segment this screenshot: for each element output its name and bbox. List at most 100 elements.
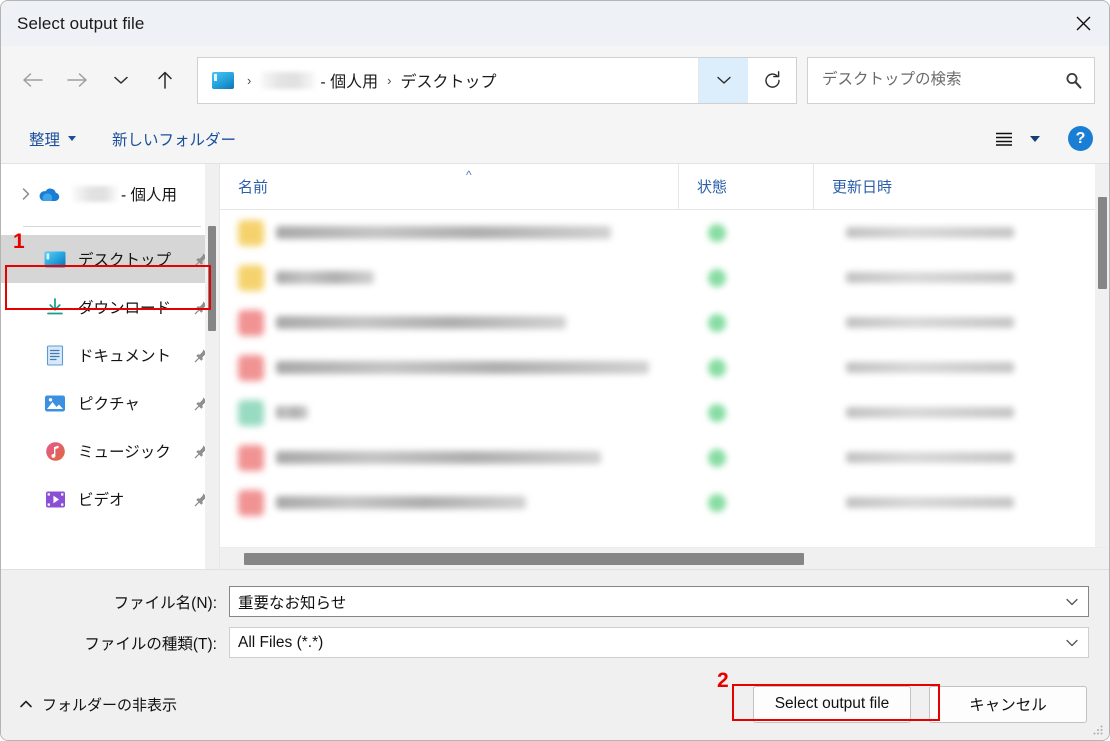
chevron-down-icon — [1066, 598, 1078, 605]
close-button[interactable] — [1057, 1, 1109, 46]
sidebar-scrollbar[interactable] — [205, 164, 219, 569]
file-dialog: Select output file › - 個人用 › デスクトップ デスクト… — [0, 0, 1110, 741]
chevron-down-icon — [1066, 639, 1078, 646]
sidebar-item-documents[interactable]: ドキュメント — [1, 331, 219, 379]
chevron-down-icon — [716, 76, 731, 84]
column-header-date[interactable]: 更新日時 — [813, 163, 1109, 210]
sync-status-icon — [708, 313, 726, 332]
file-rows[interactable] — [220, 210, 1109, 547]
sync-status-icon — [708, 493, 726, 512]
chevron-down-icon — [114, 76, 128, 84]
sidebar-item-label: デスクトップ — [78, 252, 172, 269]
document-icon — [43, 344, 67, 366]
recent-locations-button[interactable] — [99, 58, 143, 102]
file-date-redacted — [846, 317, 1014, 328]
file-name-redacted — [276, 226, 611, 239]
picture-icon — [43, 392, 67, 414]
table-row[interactable] — [220, 345, 1109, 390]
desktop-icon — [212, 71, 234, 89]
column-header-label: 状態 — [697, 179, 728, 196]
file-name-redacted — [276, 406, 308, 419]
organize-label: 整理 — [29, 131, 61, 149]
hide-folders-toggle[interactable]: フォルダーの非表示 — [19, 694, 177, 715]
filename-field[interactable] — [229, 586, 1089, 617]
organize-menu[interactable]: 整理 — [29, 128, 77, 150]
sync-status-icon — [708, 358, 726, 377]
table-row[interactable] — [220, 390, 1109, 435]
sidebar-item-pictures[interactable]: ピクチャ — [1, 379, 219, 427]
sidebar-item-desktop[interactable]: デスクトップ — [1, 235, 219, 283]
sidebar-item-onedrive[interactable]: - 個人用 — [1, 170, 219, 218]
download-icon — [43, 296, 67, 318]
back-button[interactable] — [11, 58, 55, 102]
breadcrumb-item-desktop[interactable]: デスクトップ — [400, 68, 496, 92]
title-bar: Select output file — [1, 1, 1109, 46]
action-bar: フォルダーの非表示 Select output file キャンセル — [1, 668, 1109, 740]
column-header-label: 名前 — [238, 179, 269, 196]
file-name-redacted — [276, 271, 374, 284]
help-button[interactable]: ? — [1068, 126, 1093, 151]
horizontal-scrollbar[interactable] — [220, 547, 1109, 569]
window-title: Select output file — [17, 13, 145, 33]
filetype-dropdown-button[interactable] — [1056, 638, 1088, 648]
back-arrow-icon — [23, 73, 43, 87]
dialog-body: - 個人用 デスクトップ ダウンロード ドキュメント ピクチャ ミュージック ビ… — [1, 163, 1109, 569]
file-list-scrollbar-thumb[interactable] — [1098, 197, 1107, 289]
sidebar-item-label: ドキュメント — [78, 348, 172, 365]
file-list-scrollbar[interactable] — [1095, 164, 1109, 547]
table-row[interactable] — [220, 435, 1109, 480]
view-options-button[interactable] — [986, 124, 1022, 154]
sidebar-item-label: ダウンロード — [78, 300, 172, 317]
table-row[interactable] — [220, 210, 1109, 255]
sidebar-item-label: - 個人用 — [121, 187, 177, 204]
table-row[interactable] — [220, 480, 1109, 525]
sidebar-item-downloads[interactable]: ダウンロード — [1, 283, 219, 331]
file-date-redacted — [846, 452, 1014, 463]
filename-dropdown-button[interactable] — [1056, 597, 1088, 607]
new-folder-label: 新しいフォルダー — [112, 131, 237, 149]
column-header-state[interactable]: 状態 — [678, 163, 813, 210]
new-folder-button[interactable]: 新しいフォルダー — [112, 128, 236, 150]
file-type-icon — [238, 219, 264, 246]
file-type-icon — [238, 354, 264, 381]
column-header-name[interactable]: 名前 ^ — [220, 164, 678, 210]
sidebar-item-label: ミュージック — [78, 444, 171, 461]
chevron-down-icon — [68, 136, 77, 141]
file-type-icon — [238, 489, 264, 516]
address-dropdown-button[interactable] — [698, 57, 748, 103]
refresh-button[interactable] — [748, 58, 796, 103]
up-button[interactable] — [143, 58, 187, 102]
breadcrumb[interactable]: › - 個人用 › デスクトップ — [198, 58, 698, 103]
sidebar-scrollbar-thumb[interactable] — [208, 226, 216, 331]
sidebar-item-music[interactable]: ミュージック — [1, 427, 219, 475]
up-arrow-icon — [158, 71, 172, 89]
filetype-field[interactable] — [229, 627, 1089, 658]
file-type-icon — [238, 264, 264, 291]
search-input[interactable] — [808, 70, 1052, 90]
cancel-button[interactable]: キャンセル — [929, 685, 1087, 723]
file-name-redacted — [276, 451, 601, 464]
file-name-redacted — [276, 316, 566, 329]
sidebar-item-videos[interactable]: ビデオ — [1, 475, 219, 523]
address-bar[interactable]: › - 個人用 › デスクトップ — [197, 56, 797, 104]
sidebar-divider — [23, 226, 201, 227]
select-output-file-button[interactable]: Select output file — [753, 685, 911, 723]
filetype-input[interactable] — [230, 632, 1056, 653]
view-dropdown-caret-icon[interactable] — [1030, 135, 1040, 142]
forward-button[interactable] — [55, 58, 99, 102]
refresh-icon — [764, 70, 780, 88]
search-box[interactable] — [807, 56, 1095, 104]
hide-folders-label: フォルダーの非表示 — [42, 696, 178, 714]
filename-row: ファイル名(N): — [21, 586, 1089, 617]
expand-chevron-right-icon[interactable] — [15, 187, 37, 201]
file-form: ファイル名(N): ファイルの種類(T): — [1, 569, 1109, 668]
resize-grip-icon[interactable] — [1092, 724, 1104, 736]
file-name-redacted — [276, 361, 649, 374]
table-row[interactable] — [220, 300, 1109, 345]
breadcrumb-item-onedrive[interactable]: - 個人用 — [320, 68, 378, 92]
music-icon — [43, 440, 67, 462]
chevron-up-icon — [20, 700, 32, 708]
table-row[interactable] — [220, 255, 1109, 300]
horizontal-scrollbar-thumb[interactable] — [244, 553, 804, 565]
filename-input[interactable] — [230, 591, 1056, 612]
